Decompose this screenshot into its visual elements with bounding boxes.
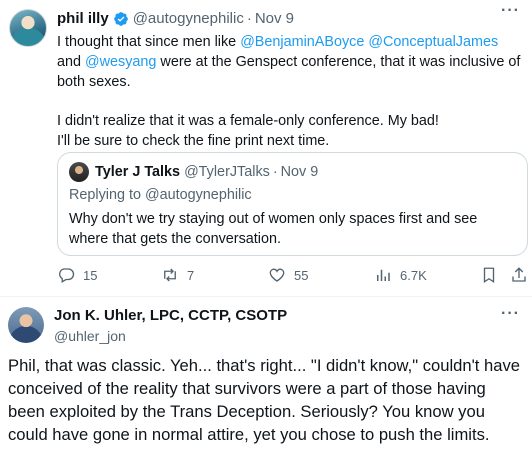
avatar[interactable] xyxy=(8,307,44,343)
views-count: 6.7K xyxy=(400,267,427,283)
quoted-tweet[interactable]: Tyler J Talks @TylerJTalks · Nov 9 Reply… xyxy=(57,152,528,256)
tweet[interactable]: phil illy @autogynephilic · Nov 9 ··· I … xyxy=(0,0,532,296)
text-line: I didn't realize that it was a female-on… xyxy=(57,113,439,129)
mention-link[interactable]: @ConceptualJames xyxy=(368,34,498,50)
reply-icon xyxy=(59,268,75,283)
mention-link[interactable]: @wesyang xyxy=(85,54,156,70)
author-handle[interactable]: @autogynephilic xyxy=(133,10,244,27)
reply-tweet[interactable]: Jon K. Uhler, LPC, CCTP, CSOTP @uhler_jo… xyxy=(0,297,532,460)
more-icon[interactable]: ··· xyxy=(501,305,520,323)
reply-count: 15 xyxy=(83,267,98,283)
like-button[interactable]: 55 xyxy=(268,266,308,284)
heart-icon xyxy=(269,268,285,282)
reply-button[interactable]: 15 xyxy=(57,266,97,284)
retweet-icon xyxy=(164,268,176,282)
author-name[interactable]: Jon K. Uhler, LPC, CCTP, CSOTP xyxy=(54,307,287,324)
quote-text: Why don't we try staying out of women on… xyxy=(69,211,478,247)
quote-time: Nov 9 xyxy=(280,164,319,180)
views-button[interactable]: 6.7K xyxy=(374,266,427,284)
bookmark-button[interactable] xyxy=(480,266,506,284)
tweet-header: phil illy @autogynephilic · Nov 9 xyxy=(57,10,294,27)
retweet-button[interactable]: 7 xyxy=(161,266,194,284)
separator-dot: · xyxy=(246,10,252,27)
author-handle[interactable]: @uhler_jon xyxy=(54,328,126,344)
avatar xyxy=(69,162,89,182)
action-bar: 15 7 55 6.7K xyxy=(0,262,532,292)
avatar[interactable] xyxy=(9,9,47,47)
text-line: I'll be sure to check the fine print nex… xyxy=(57,133,330,149)
quote-author-handle: @TylerJTalks xyxy=(184,164,270,180)
views-icon xyxy=(377,269,390,281)
like-count: 55 xyxy=(294,267,309,283)
bookmark-icon xyxy=(483,267,495,284)
verified-badge-icon xyxy=(113,11,128,26)
more-icon[interactable]: ··· xyxy=(501,2,520,20)
author-name[interactable]: phil illy xyxy=(57,10,109,27)
tweet-text: Phil, that was classic. Yeh... that's ri… xyxy=(8,356,520,444)
quote-author-name: Tyler J Talks xyxy=(95,164,181,180)
quote-header: Tyler J Talks @TylerJTalks · Nov 9 xyxy=(69,162,318,182)
text-segment: I thought that since men like xyxy=(57,34,241,50)
tweet-text: I thought that since men like @BenjaminA… xyxy=(57,32,525,151)
replying-to: Replying to @autogynephilic xyxy=(69,187,252,203)
mention-link[interactable]: @BenjaminABoyce xyxy=(240,34,364,50)
tweet-time[interactable]: Nov 9 xyxy=(255,10,294,27)
retweet-count: 7 xyxy=(187,267,195,283)
separator-dot: · xyxy=(272,164,278,180)
share-button[interactable] xyxy=(510,266,532,284)
text-segment: and xyxy=(57,54,82,70)
share-icon xyxy=(512,267,526,282)
